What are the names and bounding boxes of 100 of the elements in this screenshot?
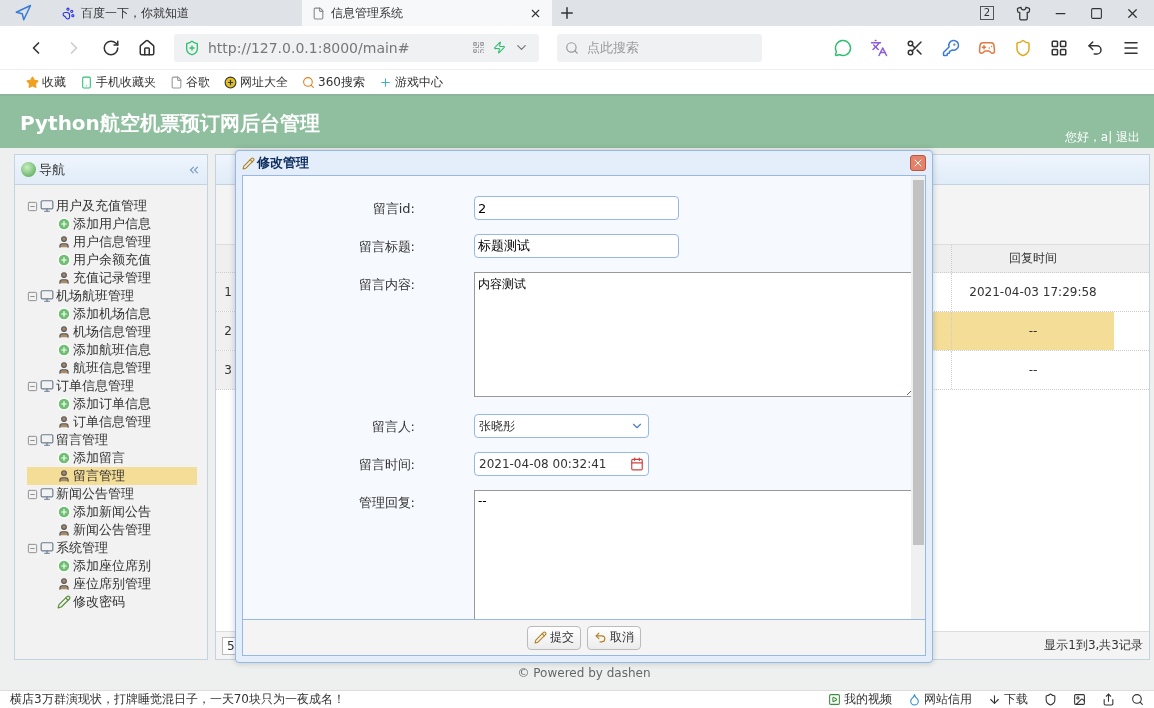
collapse-icon[interactable] <box>27 290 38 302</box>
nav-item[interactable]: 航班信息管理 <box>27 359 197 377</box>
return-arrow-icon <box>594 631 607 644</box>
globe-icon <box>21 162 36 177</box>
nav-group[interactable]: 用户及充值管理 <box>27 197 197 215</box>
nav-group[interactable]: 留言管理 <box>27 431 197 449</box>
close-icon <box>912 157 924 169</box>
key-icon[interactable] <box>942 38 960 57</box>
bookmark-link[interactable]: 360搜索 <box>302 73 365 91</box>
nav-item[interactable]: 订单信息管理 <box>27 413 197 431</box>
add-icon <box>57 505 71 519</box>
select-field[interactable]: 张晓彤 <box>474 414 649 438</box>
add-icon <box>57 217 71 231</box>
field-label: 管理回复: <box>357 494 415 512</box>
home-icon[interactable] <box>138 38 156 57</box>
app-title: Python航空机票预订网后台管理 <box>20 110 320 137</box>
nav-item[interactable]: 添加座位席别 <box>27 557 197 575</box>
nav-item[interactable]: 添加用户信息 <box>27 215 197 233</box>
search-icon <box>302 75 315 89</box>
collapse-icon[interactable] <box>27 488 38 500</box>
add-icon <box>57 307 71 321</box>
submit-button[interactable]: 提交 <box>527 625 581 650</box>
nav-group[interactable]: 新闻公告管理 <box>27 485 197 503</box>
translate-icon[interactable] <box>870 38 888 57</box>
bookmark-link[interactable]: 收藏 <box>26 73 66 91</box>
nav-item[interactable]: 留言管理 <box>27 467 197 485</box>
collapse-icon[interactable] <box>27 434 38 446</box>
nav-item[interactable]: 添加订单信息 <box>27 395 197 413</box>
nav-item[interactable]: 添加留言 <box>27 449 197 467</box>
text-field[interactable]: 标题测试 <box>474 234 679 258</box>
nav-item[interactable]: 添加新闻公告 <box>27 503 197 521</box>
status-link[interactable]: 下载 <box>988 691 1028 708</box>
footer-text: © Powered by dashen <box>517 666 651 680</box>
pencil-icon <box>242 156 255 170</box>
text-area[interactable]: -- <box>474 490 911 619</box>
status-link[interactable]: 网站信用 <box>908 691 972 708</box>
search-icon[interactable] <box>1131 693 1144 706</box>
reload-icon[interactable] <box>102 38 120 57</box>
nav-item[interactable]: 添加机场信息 <box>27 305 197 323</box>
nav-item[interactable]: 座位席别管理 <box>27 575 197 593</box>
date-field[interactable]: 2021-04-08 00:32:41 <box>474 452 649 476</box>
nav-group[interactable]: 机场航班管理 <box>27 287 197 305</box>
image-icon[interactable] <box>1073 693 1086 706</box>
add-icon <box>57 397 71 411</box>
panel-title: 导航 <box>39 160 65 179</box>
search-icon <box>565 40 579 55</box>
play-icon <box>828 693 841 706</box>
collapse-icon[interactable] <box>27 380 38 392</box>
undo-icon[interactable] <box>1086 38 1104 57</box>
phone-icon <box>80 75 93 89</box>
collapse-icon[interactable] <box>27 542 38 554</box>
text-area[interactable]: 内容测试 <box>474 272 911 397</box>
address-bar[interactable]: http://127.0.0.1:8000/main# <box>174 33 539 62</box>
nav-item[interactable]: 用户余额充值 <box>27 251 197 269</box>
paw-icon <box>62 6 75 20</box>
navigation-icon[interactable] <box>14 4 32 22</box>
star-icon <box>26 75 39 89</box>
nav-group[interactable]: 系统管理 <box>27 539 197 557</box>
new-tab-icon[interactable] <box>558 4 576 22</box>
pencil-icon <box>534 631 547 644</box>
nav-item[interactable]: 机场信息管理 <box>27 323 197 341</box>
column-header[interactable]: 回复时间 <box>951 245 1114 272</box>
grid-icon[interactable] <box>1050 38 1068 57</box>
status-link[interactable]: 我的视频 <box>828 691 892 708</box>
shirt-icon[interactable] <box>1016 5 1031 21</box>
qr-code-icon[interactable] <box>472 41 485 54</box>
page-icon <box>312 6 325 20</box>
nav-item[interactable]: 添加航班信息 <box>27 341 197 359</box>
monitor-icon <box>40 541 54 555</box>
table-cell: -- <box>951 351 1114 389</box>
browser-tab[interactable]: 百度一下，你就知道 <box>52 0 302 26</box>
nav-group[interactable]: 订单信息管理 <box>27 377 197 395</box>
add-icon <box>57 559 71 573</box>
text-field[interactable]: 2 <box>474 196 679 220</box>
nav-item[interactable]: 修改密码 <box>27 593 197 611</box>
bookmark-link[interactable]: 手机收藏夹 <box>80 73 156 91</box>
nav-item[interactable]: 充值记录管理 <box>27 269 197 287</box>
collapse-icon[interactable] <box>27 200 38 212</box>
shield-icon[interactable] <box>1044 693 1057 706</box>
bookmark-link[interactable]: 网址大全 <box>224 73 288 91</box>
monitor-icon <box>40 487 54 501</box>
field-label: 留言标题: <box>357 238 415 256</box>
table-cell: -- <box>951 312 1114 350</box>
maximize-icon[interactable] <box>1090 6 1103 20</box>
scissors-icon[interactable] <box>906 38 924 57</box>
news-ticker[interactable]: 横店3万群演现状，打牌睡觉混日子，一天70块只为一夜成名！ <box>10 691 345 708</box>
browser-tab[interactable]: 信息管理系统 <box>302 0 552 26</box>
share-icon[interactable] <box>1102 693 1115 706</box>
droplet-icon <box>908 693 921 706</box>
cancel-button[interactable]: 取消 <box>587 625 641 650</box>
nav-item[interactable]: 用户信息管理 <box>27 233 197 251</box>
bookmark-link[interactable]: 游戏中心 <box>378 73 443 91</box>
nav-item[interactable]: 新闻公告管理 <box>27 521 197 539</box>
close-button[interactable] <box>910 155 926 171</box>
scrollbar[interactable] <box>911 176 925 619</box>
monitor-icon <box>40 199 54 213</box>
tab-count[interactable]: 2 <box>979 6 994 20</box>
person-icon <box>57 325 71 339</box>
dialog-title: 修改管理 <box>257 154 309 172</box>
bookmark-link[interactable]: 谷歌 <box>170 73 210 91</box>
